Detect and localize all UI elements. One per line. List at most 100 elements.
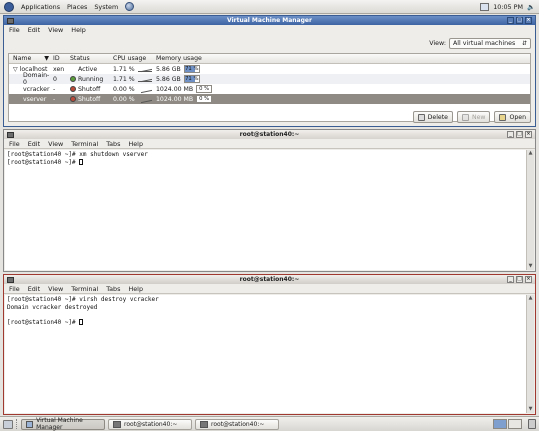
maximize-button[interactable]: □	[516, 131, 523, 138]
clock[interactable]: 10:05 PM	[493, 3, 523, 11]
task-terminal-2[interactable]: root@station40:~	[195, 418, 279, 430]
mem-pct: 71 %	[185, 76, 199, 82]
web-browser-icon[interactable]	[125, 2, 135, 11]
terminal-icon	[113, 420, 121, 428]
vm-name: vserver	[23, 95, 47, 103]
top-panel: Applications Places System 10:05 PM 🔈	[0, 0, 539, 14]
window-menu-icon[interactable]	[7, 17, 14, 24]
maximize-button[interactable]: □	[516, 276, 523, 283]
terminal-titlebar[interactable]: root@station40:~ _ □ ×	[4, 275, 535, 284]
menu-help[interactable]: Help	[128, 140, 143, 148]
vmm-app-icon	[26, 420, 34, 428]
vm-cpu: 1.71 %	[113, 65, 135, 73]
terminal-scrollbar[interactable]: ▲ ▼	[526, 295, 534, 413]
mem-bar: 0 %	[196, 95, 213, 103]
col-status-header[interactable]: Status	[70, 55, 113, 62]
cpu-sparkline	[137, 77, 152, 82]
new-button[interactable]: New	[456, 111, 491, 123]
minimize-button[interactable]: _	[507, 131, 514, 138]
terminal-menubar: File Edit View Terminal Tabs Help	[4, 139, 535, 149]
terminal-line: ​	[7, 311, 524, 319]
menu-edit[interactable]: Edit	[28, 26, 40, 34]
menu-edit[interactable]: Edit	[28, 140, 40, 148]
workspace-2[interactable]	[508, 419, 522, 429]
minimize-button[interactable]: _	[507, 17, 514, 24]
table-row[interactable]: Domain-0 0 Running 1.71 % 5.86 GB 71 %	[9, 72, 530, 86]
sort-desc-icon: ▼	[44, 55, 49, 62]
vm-name: vcracker	[23, 85, 50, 93]
scroll-up-icon[interactable]: ▲	[527, 150, 534, 157]
terminal-screen[interactable]: [root@station40 ~]# xm shutdown vserver[…	[5, 150, 526, 270]
menu-terminal[interactable]: Terminal	[71, 285, 98, 293]
delete-label: Delete	[427, 113, 448, 121]
scroll-up-icon[interactable]: ▲	[527, 295, 534, 302]
network-status-icon[interactable]	[480, 2, 490, 11]
menu-file[interactable]: File	[9, 285, 20, 293]
text-cursor	[79, 158, 84, 165]
maximize-button[interactable]: □	[516, 17, 523, 24]
vm-mem: 1024.00 MB	[156, 95, 194, 103]
menu-help[interactable]: Help	[128, 285, 143, 293]
menu-view[interactable]: View	[48, 140, 63, 148]
task-vmm[interactable]: Virtual Machine Manager	[21, 417, 105, 431]
col-mem-header[interactable]: Memory usage	[156, 55, 236, 62]
system-menu[interactable]: System	[94, 3, 118, 11]
terminal-line: [root@station40 ~]#	[7, 318, 80, 326]
scroll-down-icon[interactable]: ▼	[527, 406, 534, 413]
task-terminal-1[interactable]: root@station40:~	[108, 418, 192, 430]
vm-status: Shutoff	[78, 85, 101, 93]
terminal-screen[interactable]: [root@station40 ~]# virsh destroy vcrack…	[5, 295, 526, 413]
table-row[interactable]: vcracker - Shutoff 0.00 % 1024.00 MB 0 %	[9, 84, 530, 94]
mem-bar: 0 %	[196, 85, 213, 93]
close-button[interactable]: ×	[525, 276, 532, 283]
delete-button[interactable]: Delete	[412, 111, 453, 123]
open-label: Open	[509, 113, 526, 121]
vm-id: -	[53, 85, 56, 93]
terminal-icon[interactable]	[7, 276, 14, 283]
menu-help[interactable]: Help	[71, 26, 86, 34]
show-desktop-icon[interactable]	[3, 419, 13, 429]
terminal-icon[interactable]	[7, 131, 14, 138]
col-cpu-header[interactable]: CPU usage	[113, 55, 156, 62]
vmm-menubar: File Edit View Help	[4, 25, 535, 35]
menu-tabs[interactable]: Tabs	[106, 140, 120, 148]
view-combo-value: All virtual machines	[453, 40, 516, 47]
table-row[interactable]: ▽ localhost xen Active 1.71 % 5.86 GB 71 …	[9, 64, 530, 74]
menu-edit[interactable]: Edit	[28, 285, 40, 293]
vm-cpu: 0.00 %	[113, 95, 135, 103]
applications-menu[interactable]: Applications	[21, 3, 60, 11]
menu-terminal[interactable]: Terminal	[71, 140, 98, 148]
minimize-button[interactable]: _	[507, 276, 514, 283]
menu-view[interactable]: View	[48, 26, 63, 34]
menu-file[interactable]: File	[9, 26, 20, 34]
table-row-selected[interactable]: vserver - Shutoff 0.00 % 1024.00 MB 0 %	[9, 94, 530, 104]
new-icon	[461, 113, 469, 121]
menu-view[interactable]: View	[48, 285, 63, 293]
close-button[interactable]: ×	[525, 131, 532, 138]
fedora-logo-icon[interactable]	[4, 1, 14, 12]
volume-icon[interactable]: 🔈	[527, 3, 535, 11]
trash-icon[interactable]	[528, 419, 536, 429]
view-combo[interactable]: All virtual machines ⇵	[449, 38, 531, 49]
places-menu[interactable]: Places	[67, 3, 87, 11]
terminal-line: Domain vcracker destroyed	[7, 303, 98, 311]
terminal-window-1: root@station40:~ _ □ × File Edit View Te…	[3, 129, 536, 272]
terminal-title: root@station40:~	[239, 131, 300, 138]
open-button[interactable]: Open	[494, 111, 531, 123]
close-button[interactable]: ×	[525, 17, 532, 24]
terminal-titlebar[interactable]: root@station40:~ _ □ ×	[4, 130, 535, 139]
bottom-panel: Virtual Machine Manager root@station40:~…	[0, 416, 539, 431]
mem-pct: 0 %	[199, 96, 210, 102]
vmm-titlebar[interactable]: Virtual Machine Manager _ □ ×	[4, 16, 535, 25]
scroll-down-icon[interactable]: ▼	[527, 263, 534, 270]
vm-cpu: 0.00 %	[113, 85, 135, 93]
menu-tabs[interactable]: Tabs	[106, 285, 120, 293]
terminal-line: [root@station40 ~]# virsh destroy vcrack…	[7, 296, 159, 303]
terminal-scrollbar[interactable]: ▲ ▼	[526, 150, 534, 270]
col-name-header[interactable]: Name ▼	[9, 55, 53, 62]
col-id-header[interactable]: ID	[53, 55, 70, 62]
terminal-title: root@station40:~	[239, 276, 300, 283]
menu-file[interactable]: File	[9, 140, 20, 148]
text-cursor	[79, 318, 84, 325]
workspace-1[interactable]	[493, 419, 507, 429]
